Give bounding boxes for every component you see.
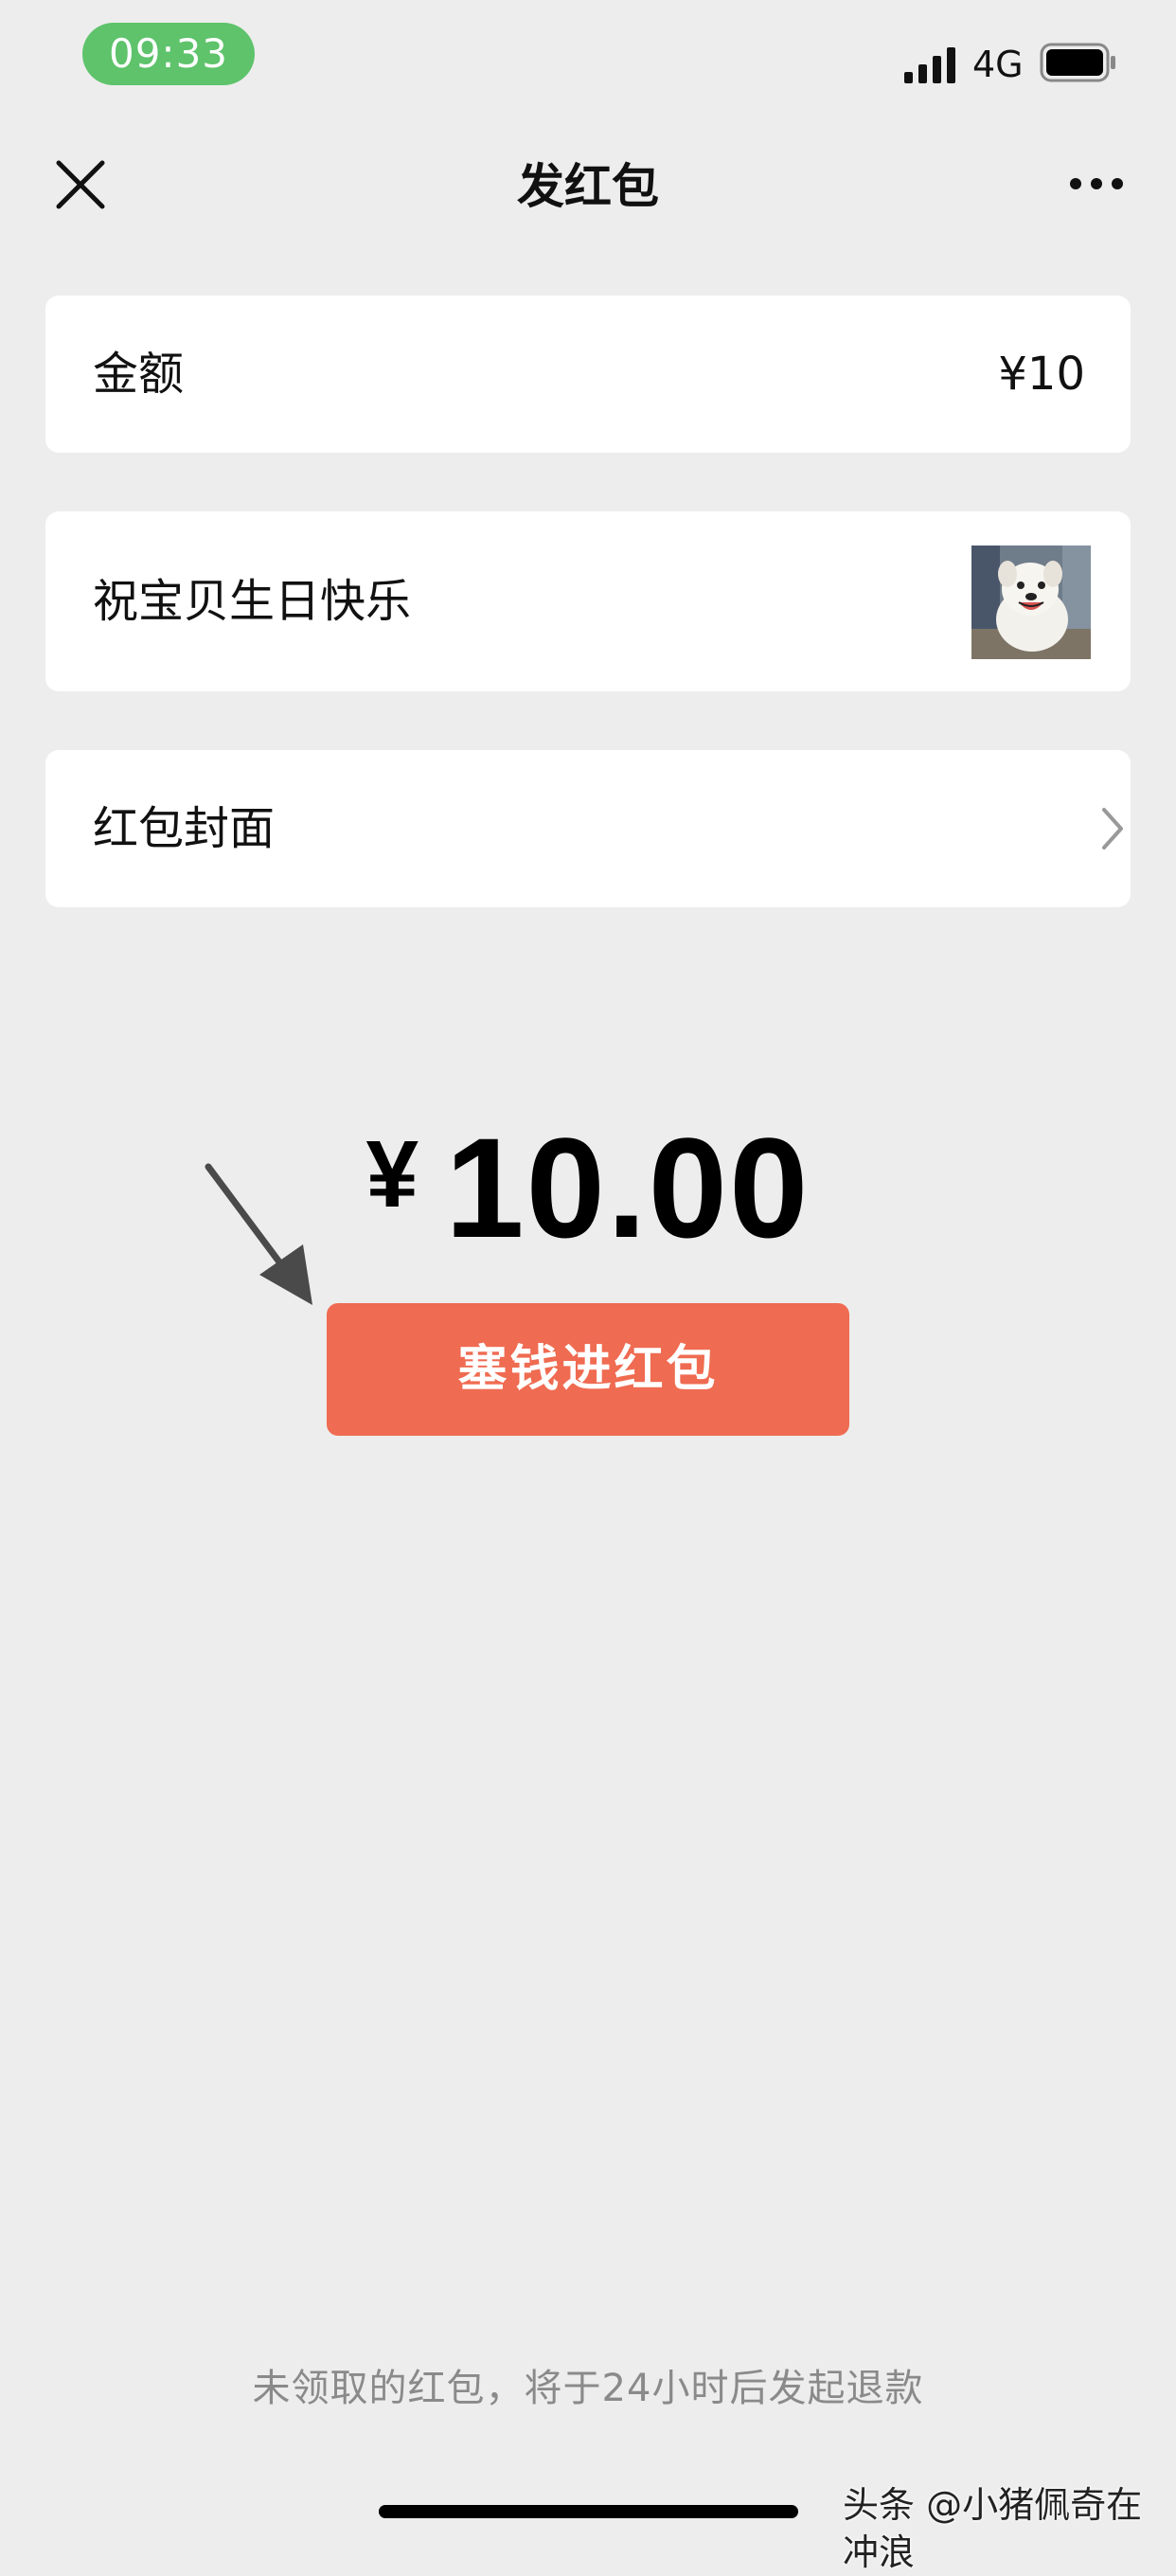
total-value: 10.00 [445, 1108, 811, 1267]
nav-bar: 发红包 [0, 142, 1176, 237]
annotation-arrow-icon [205, 1163, 312, 1305]
network-type: 4G [972, 44, 1024, 85]
amount-value: ¥10 [998, 348, 1085, 401]
amount-card[interactable]: 金额 ¥10 [45, 295, 1131, 453]
battery-icon [1040, 43, 1115, 82]
status-time: 09:33 [82, 23, 255, 85]
watermark: 头条 @小猪佩奇在冲浪 [843, 2484, 1143, 2573]
cover-card[interactable]: 红包封面 [45, 750, 1131, 907]
send-money-button[interactable]: 塞钱进红包 [327, 1303, 849, 1436]
refund-note: 未领取的红包，将于24小时后发起退款 [252, 2367, 924, 2410]
page-title: 发红包 [517, 159, 659, 214]
cover-label: 红包封面 [93, 802, 276, 855]
total-currency: ¥ [365, 1121, 421, 1227]
greeting-card[interactable]: 祝宝贝生日快乐 [45, 511, 1131, 691]
greeting-message: 祝宝贝生日快乐 [93, 575, 412, 628]
status-bar: 09:33 4G [0, 0, 1176, 123]
more-icon[interactable] [1068, 174, 1125, 193]
amount-label: 金额 [93, 348, 185, 401]
signal-icon [904, 47, 955, 83]
chevron-right-icon [1102, 808, 1123, 850]
home-indicator[interactable] [379, 2505, 798, 2518]
dog-sticker-image[interactable] [971, 546, 1091, 659]
total-amount: ¥10.00 [0, 1089, 1176, 1273]
